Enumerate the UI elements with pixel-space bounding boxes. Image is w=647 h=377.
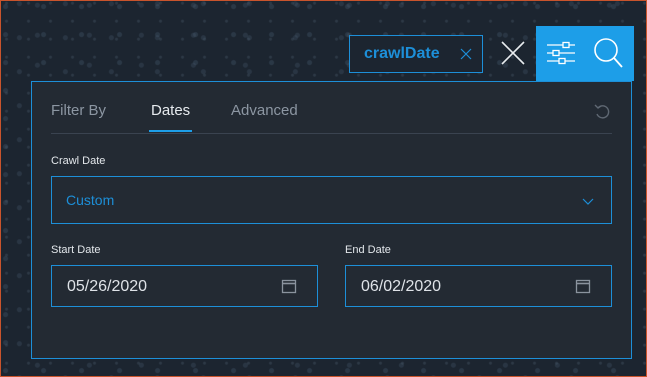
close-icon[interactable]	[458, 46, 474, 62]
search-button[interactable]	[586, 32, 630, 74]
filter-settings-button[interactable]	[541, 34, 581, 72]
calendar-icon[interactable]	[575, 278, 591, 294]
calendar-icon[interactable]	[281, 278, 297, 294]
start-date-value: 05/26/2020	[67, 278, 148, 295]
app-frame: crawlDate Filter By Dates Advanced Crawl…	[0, 0, 647, 377]
tab-dates[interactable]: Dates	[148, 102, 193, 132]
close-button[interactable]	[491, 31, 535, 75]
chevron-down-icon	[581, 194, 595, 208]
tab-divider	[51, 133, 612, 134]
close-icon	[501, 41, 525, 65]
start-date-label: Start Date	[51, 244, 101, 256]
tab-advanced[interactable]: Advanced	[231, 102, 298, 128]
filter-panel: Filter By Dates Advanced Crawl Date Cust…	[31, 81, 632, 359]
tab-filter-by[interactable]: Filter By	[51, 102, 106, 128]
end-date-label: End Date	[345, 244, 391, 256]
crawl-date-select[interactable]: Custom	[51, 176, 612, 224]
crawl-date-label: Crawl Date	[51, 155, 106, 167]
sliders-icon	[547, 41, 575, 65]
top-bar: crawlDate	[1, 1, 646, 81]
start-date-input[interactable]: 05/26/2020	[51, 265, 318, 307]
search-icon	[594, 38, 623, 68]
undo-icon[interactable]	[593, 103, 611, 121]
filter-tag[interactable]: crawlDate	[349, 35, 483, 73]
filter-tag-label: crawlDate	[364, 45, 440, 62]
end-date-input[interactable]: 06/02/2020	[345, 265, 612, 307]
end-date-value: 06/02/2020	[361, 278, 442, 295]
crawl-date-value: Custom	[66, 192, 115, 208]
